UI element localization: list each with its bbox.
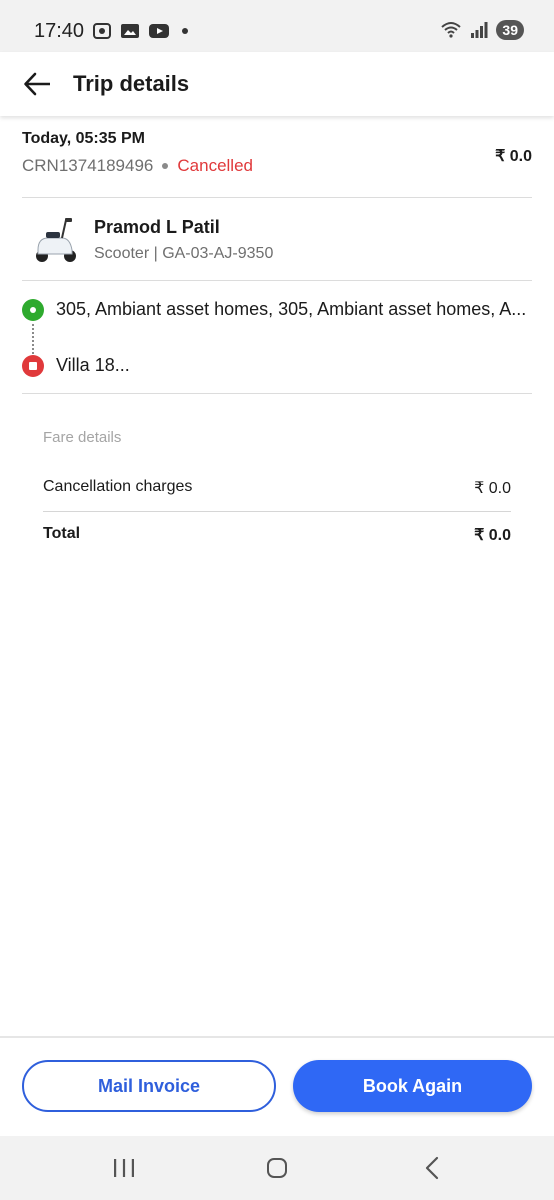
driver-card: Pramod L Patil Scooter | GA-03-AJ-9350 [22, 208, 532, 272]
fare-divider [43, 511, 511, 512]
signal-icon [471, 22, 488, 38]
pickup-location: 305, Ambiant asset homes, 305, Ambiant a… [22, 297, 532, 325]
status-time: 17:40 [34, 20, 85, 42]
system-nav-bar [0, 1136, 554, 1200]
battery-indicator: 39 [496, 20, 524, 40]
status-icons-right: 39 [440, 20, 524, 40]
arrow-left-icon[interactable] [22, 70, 54, 98]
back-nav-icon[interactable] [424, 1156, 440, 1180]
youtube-icon [149, 24, 169, 38]
fare-value: ₹ 0.0 [474, 480, 511, 497]
driver-name: Pramod L Patil [94, 217, 220, 237]
divider [22, 280, 532, 281]
trip-datetime: Today, 05:35 PM [22, 130, 145, 147]
crn-row: CRN1374189496 Cancelled [22, 156, 532, 176]
pickup-marker-icon [22, 299, 44, 321]
fare-row-total: Total ₹ 0.0 [43, 525, 511, 551]
app-bar: Trip details [0, 52, 554, 116]
drop-marker-icon [22, 355, 44, 377]
home-icon[interactable] [267, 1158, 287, 1178]
trip-crn: CRN1374189496 [22, 156, 154, 175]
scooter-icon [36, 218, 76, 262]
separator-dot-icon [162, 163, 169, 169]
trip-amount: ₹ 0.0 [495, 148, 532, 165]
vehicle-details: Scooter | GA-03-AJ-9350 [94, 245, 274, 262]
status-badge: Cancelled [177, 156, 253, 175]
mail-invoice-button[interactable]: Mail Invoice [22, 1060, 276, 1112]
status-bar: 17:40 39 [0, 0, 554, 52]
fare-row-cancellation: Cancellation charges ₹ 0.0 [43, 478, 511, 504]
action-bar-divider [0, 1036, 554, 1038]
total-label: Total [43, 525, 81, 542]
fare-label: Cancellation charges [43, 478, 193, 495]
drop-address: Villa 18... [56, 355, 130, 375]
status-icons-left [92, 22, 188, 40]
dot-icon [182, 28, 188, 34]
divider [22, 393, 532, 394]
wifi-icon [441, 22, 462, 38]
book-again-button[interactable]: Book Again [293, 1060, 532, 1112]
fare-details-heading: Fare details [43, 429, 122, 446]
gallery-icon [121, 24, 139, 38]
pickup-address: 305, Ambiant asset homes, 305, Ambiant a… [56, 299, 527, 319]
drop-location: Villa 18... [22, 353, 532, 381]
route-connector [32, 324, 34, 354]
page-title: Trip details [73, 71, 190, 96]
total-value: ₹ 0.0 [474, 527, 511, 544]
divider [22, 197, 532, 198]
screenshot-icon [93, 23, 111, 39]
recents-icon[interactable] [113, 1158, 135, 1178]
trip-summary: Today, 05:35 PM CRN1374189496 Cancelled [22, 130, 532, 176]
